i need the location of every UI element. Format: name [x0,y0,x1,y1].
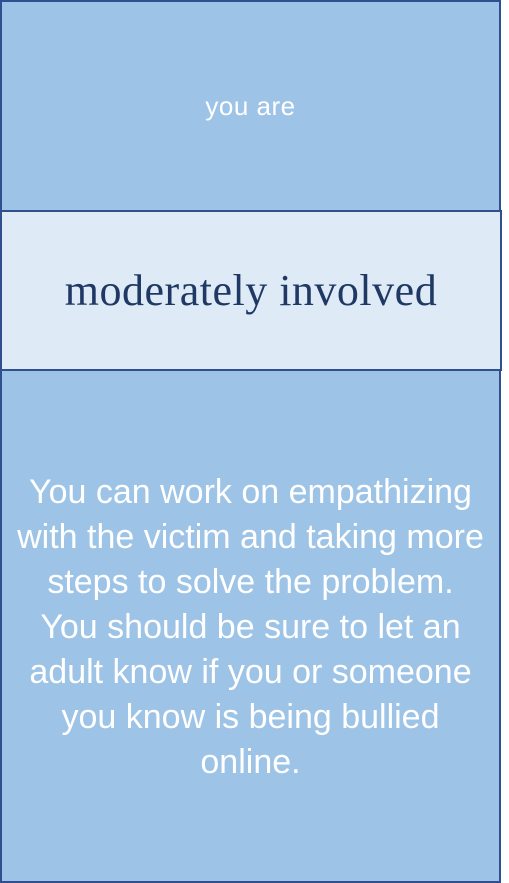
feedback-message: You can work on empathizing with the vic… [17,472,484,781]
result-panel: moderately involved [0,210,502,371]
feedback-panel: You can work on empathizing with the vic… [0,369,501,883]
header-panel: you are [0,0,501,212]
you-are-label: you are [205,90,296,121]
involvement-level: moderately involved [64,266,438,315]
